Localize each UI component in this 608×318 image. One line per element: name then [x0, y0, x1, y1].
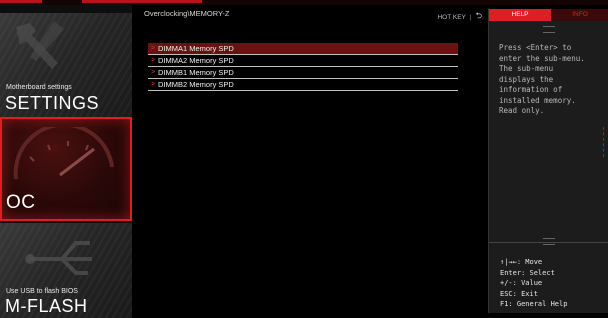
left-panel: Motherboard settings SETTINGS OC Use USB… [0, 5, 132, 318]
menu-item-label: DIMMA2 Memory SPD [158, 56, 234, 65]
scroll-grip-icon[interactable] [543, 238, 555, 245]
oc-title: OC [6, 192, 36, 213]
key-line: F1: General Help [500, 300, 568, 308]
help-line: The sub-menu [499, 64, 554, 73]
accent-segment [0, 0, 42, 3]
help-line: installed memory. [499, 95, 576, 105]
mflash-tile[interactable]: Use USB to flash BIOS M-FLASH [0, 223, 132, 318]
chevron-right-icon: > [151, 57, 156, 64]
menu-item-label: DIMMA1 Memory SPD [158, 44, 234, 53]
back-arrow-icon[interactable]: ⮌ [476, 10, 482, 24]
help-line: displays the [499, 74, 554, 84]
breadcrumb: Overclocking\MEMORY-Z [144, 9, 230, 18]
mflash-title: M-FLASH [5, 296, 88, 316]
help-line: Read only. [499, 106, 545, 115]
help-text: Press <Enter> to enter the sub-menu. The… [499, 43, 605, 117]
mflash-subtitle: Use USB to flash BIOS [6, 288, 78, 295]
key-line: ESC: Exit [500, 289, 538, 298]
speedometer-icon [13, 127, 114, 180]
oc-tile[interactable]: OC [0, 117, 132, 221]
key-line: +/-: Value [500, 279, 543, 287]
main-content: Overclocking\MEMORY-Z HOT KEY | ⮌ > DIMM… [140, 5, 482, 313]
help-line: information of [499, 85, 563, 94]
help-line: enter the sub-menu. [499, 53, 585, 63]
scroll-indicator[interactable] [603, 127, 607, 157]
menu-item-label: DIMMB2 Memory SPD [158, 80, 234, 89]
chevron-right-icon: > [151, 45, 156, 52]
help-tabs: HELP INFO [489, 9, 608, 21]
menu-item-dimma1[interactable]: > DIMMA1 Memory SPD [148, 43, 458, 55]
menu-item-dimmb1[interactable]: > DIMMB1 Memory SPD [148, 67, 458, 79]
settings-tile[interactable]: Motherboard settings SETTINGS [0, 13, 132, 118]
tab-info[interactable]: INFO [551, 9, 608, 21]
scroll-grip-icon[interactable] [543, 26, 555, 33]
chevron-right-icon: > [151, 69, 156, 76]
menu-item-dimma2[interactable]: > DIMMA2 Memory SPD [148, 55, 458, 67]
help-panel: HELP INFO Press <Enter> to enter the sub… [488, 9, 608, 313]
key-line: Enter: Select [500, 268, 555, 277]
tab-help[interactable]: HELP [489, 9, 551, 21]
help-line: Press <Enter> to [499, 43, 572, 52]
chevron-right-icon: > [151, 81, 156, 88]
usb-icon [25, 241, 92, 275]
memory-spd-menu: > DIMMA1 Memory SPD > DIMMA2 Memory SPD … [148, 43, 458, 91]
settings-title: SETTINGS [5, 93, 100, 113]
hotkey-label[interactable]: HOT KEY [437, 14, 465, 21]
key-line: ↑|→←: Move [500, 258, 543, 266]
accent-segment [82, 0, 202, 3]
hotkey-bar: HOT KEY | ⮌ [437, 10, 482, 24]
hotkey-separator: | [469, 13, 472, 21]
key-legend: ↑|→←: Move Enter: Select +/-: Value ESC:… [500, 257, 567, 310]
settings-subtitle: Motherboard settings [6, 84, 72, 91]
wrench-hammer-icon [16, 21, 64, 69]
menu-item-dimmb2[interactable]: > DIMMB2 Memory SPD [148, 79, 458, 91]
menu-item-label: DIMMB1 Memory SPD [158, 68, 234, 77]
